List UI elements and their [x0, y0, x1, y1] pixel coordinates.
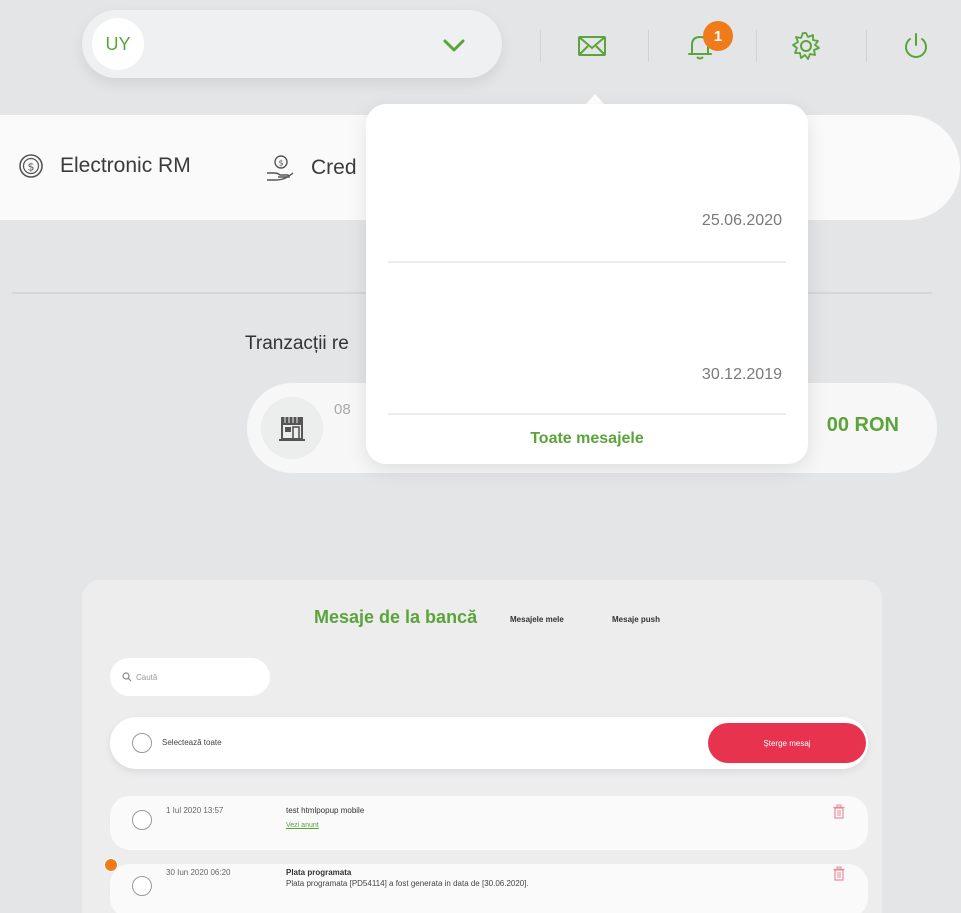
select-all-row: Selectează toate Șterge mesaj — [110, 717, 868, 769]
separator — [756, 30, 757, 62]
row-body: Plata programata [PD54114] a fost genera… — [286, 879, 529, 888]
store-icon-wrap — [261, 397, 323, 459]
row-date: 1 Iul 2020 13:57 — [166, 806, 224, 815]
product-label: Cred — [311, 156, 357, 179]
row-checkbox[interactable] — [132, 810, 152, 830]
hand-coin-icon: $ — [267, 155, 294, 181]
product-electronic-rm[interactable]: $ Electronic RM — [18, 153, 191, 179]
select-all-checkbox[interactable] — [132, 733, 152, 753]
all-messages-link[interactable]: Toate mesajele — [366, 430, 808, 448]
select-all-label: Selectează toate — [162, 738, 222, 747]
svg-text:$: $ — [28, 161, 35, 174]
transaction-amount: 00 RON — [826, 414, 899, 436]
user-selector[interactable]: UY — [82, 10, 502, 78]
mail-icon[interactable] — [574, 28, 610, 64]
row-date: 30 Iun 2020 06:20 — [166, 868, 231, 877]
separator — [540, 30, 541, 62]
unread-indicator — [104, 858, 118, 872]
message-date[interactable]: 30.12.2019 — [702, 366, 782, 384]
message-row[interactable]: 30 Iun 2020 06:20 Plata programata Plata… — [104, 858, 868, 913]
message-row[interactable]: 1 Iul 2020 13:57 test htmlpopup mobile V… — [110, 796, 868, 850]
separator — [866, 30, 867, 62]
notification-badge: 1 — [703, 21, 733, 51]
delete-message-button[interactable]: Șterge mesaj — [708, 723, 866, 763]
separator — [648, 30, 649, 62]
messages-dropdown: 25.06.2020 30.12.2019 Toate mesajele — [366, 104, 808, 464]
avatar: UY — [92, 18, 144, 70]
trash-icon[interactable] — [832, 866, 846, 882]
message-separator — [388, 413, 786, 415]
tab-my-messages[interactable]: Mesajele mele — [510, 615, 564, 624]
chevron-down-icon[interactable] — [440, 34, 468, 56]
power-icon[interactable] — [898, 28, 934, 64]
trash-icon[interactable] — [832, 804, 846, 820]
dollar-coin-icon: $ — [19, 154, 43, 178]
transaction-date: 08 — [334, 401, 351, 418]
transactions-title: Tranzacții re — [245, 333, 349, 354]
row-checkbox[interactable] — [132, 876, 152, 896]
search-placeholder: Caută — [136, 672, 158, 682]
panel-title: Mesaje de la bancă — [314, 607, 478, 627]
product-label: Electronic RM — [60, 154, 191, 177]
message-separator — [388, 261, 786, 263]
product-credit[interactable]: $ Cred — [265, 153, 357, 183]
row-subject: test htmlpopup mobile — [286, 806, 365, 815]
search-input[interactable]: Caută — [110, 658, 270, 696]
message-date[interactable]: 25.06.2020 — [702, 212, 782, 230]
tab-push-messages[interactable]: Mesaje push — [612, 615, 660, 624]
row-subject: Plata programata — [286, 868, 352, 877]
gear-icon[interactable] — [788, 28, 824, 64]
search-icon — [122, 672, 132, 682]
store-icon — [279, 417, 305, 441]
svg-text:$: $ — [278, 159, 283, 168]
row-link[interactable]: Vezi anunț — [286, 822, 319, 829]
